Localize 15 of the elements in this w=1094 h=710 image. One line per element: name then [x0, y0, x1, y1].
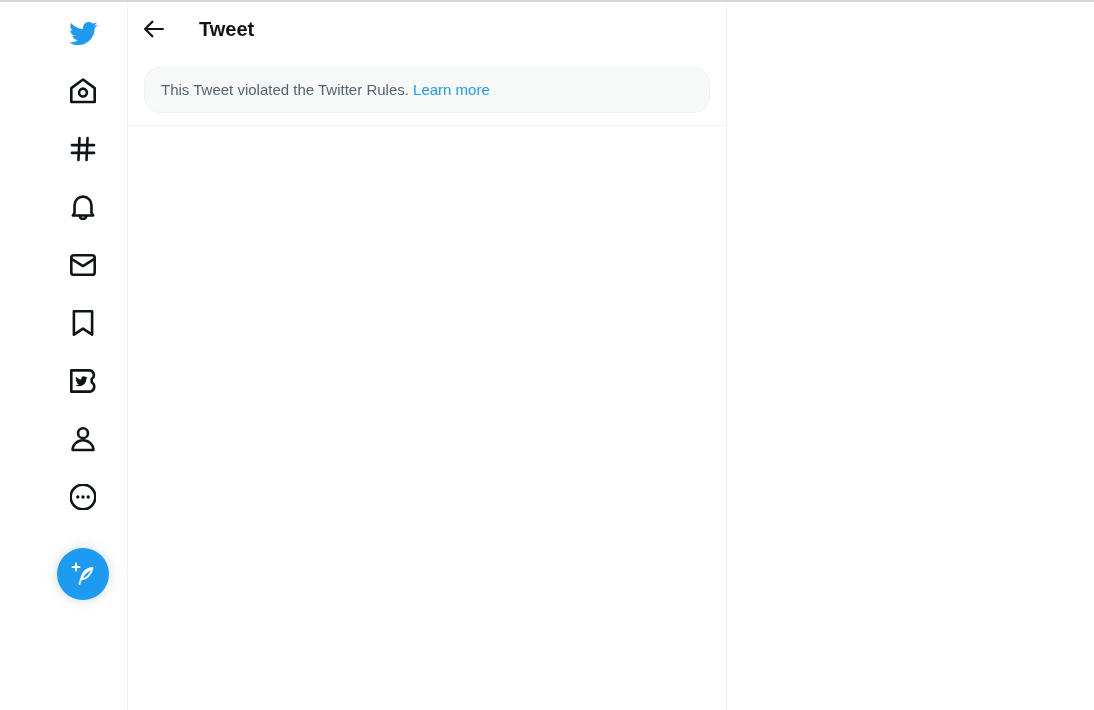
learn-more-link[interactable]: Learn more — [413, 81, 490, 98]
page-title: Tweet — [199, 16, 255, 41]
person-icon[interactable] — [70, 426, 96, 452]
compose-button[interactable] — [57, 548, 109, 600]
envelope-icon[interactable] — [70, 252, 96, 278]
bird-tile-icon[interactable] — [70, 368, 96, 394]
back-arrow-icon[interactable] — [144, 18, 164, 39]
bird-logo-icon[interactable] — [68, 20, 98, 46]
more-icon[interactable] — [70, 484, 96, 510]
bookmark-icon[interactable] — [70, 310, 96, 336]
home-icon[interactable] — [70, 78, 96, 104]
notice-text: This Tweet violated the Twitter Rules. Learn more — [161, 80, 490, 100]
bell-icon[interactable] — [70, 194, 96, 220]
hash-icon[interactable] — [70, 136, 96, 162]
feather-plus-icon — [71, 562, 95, 586]
